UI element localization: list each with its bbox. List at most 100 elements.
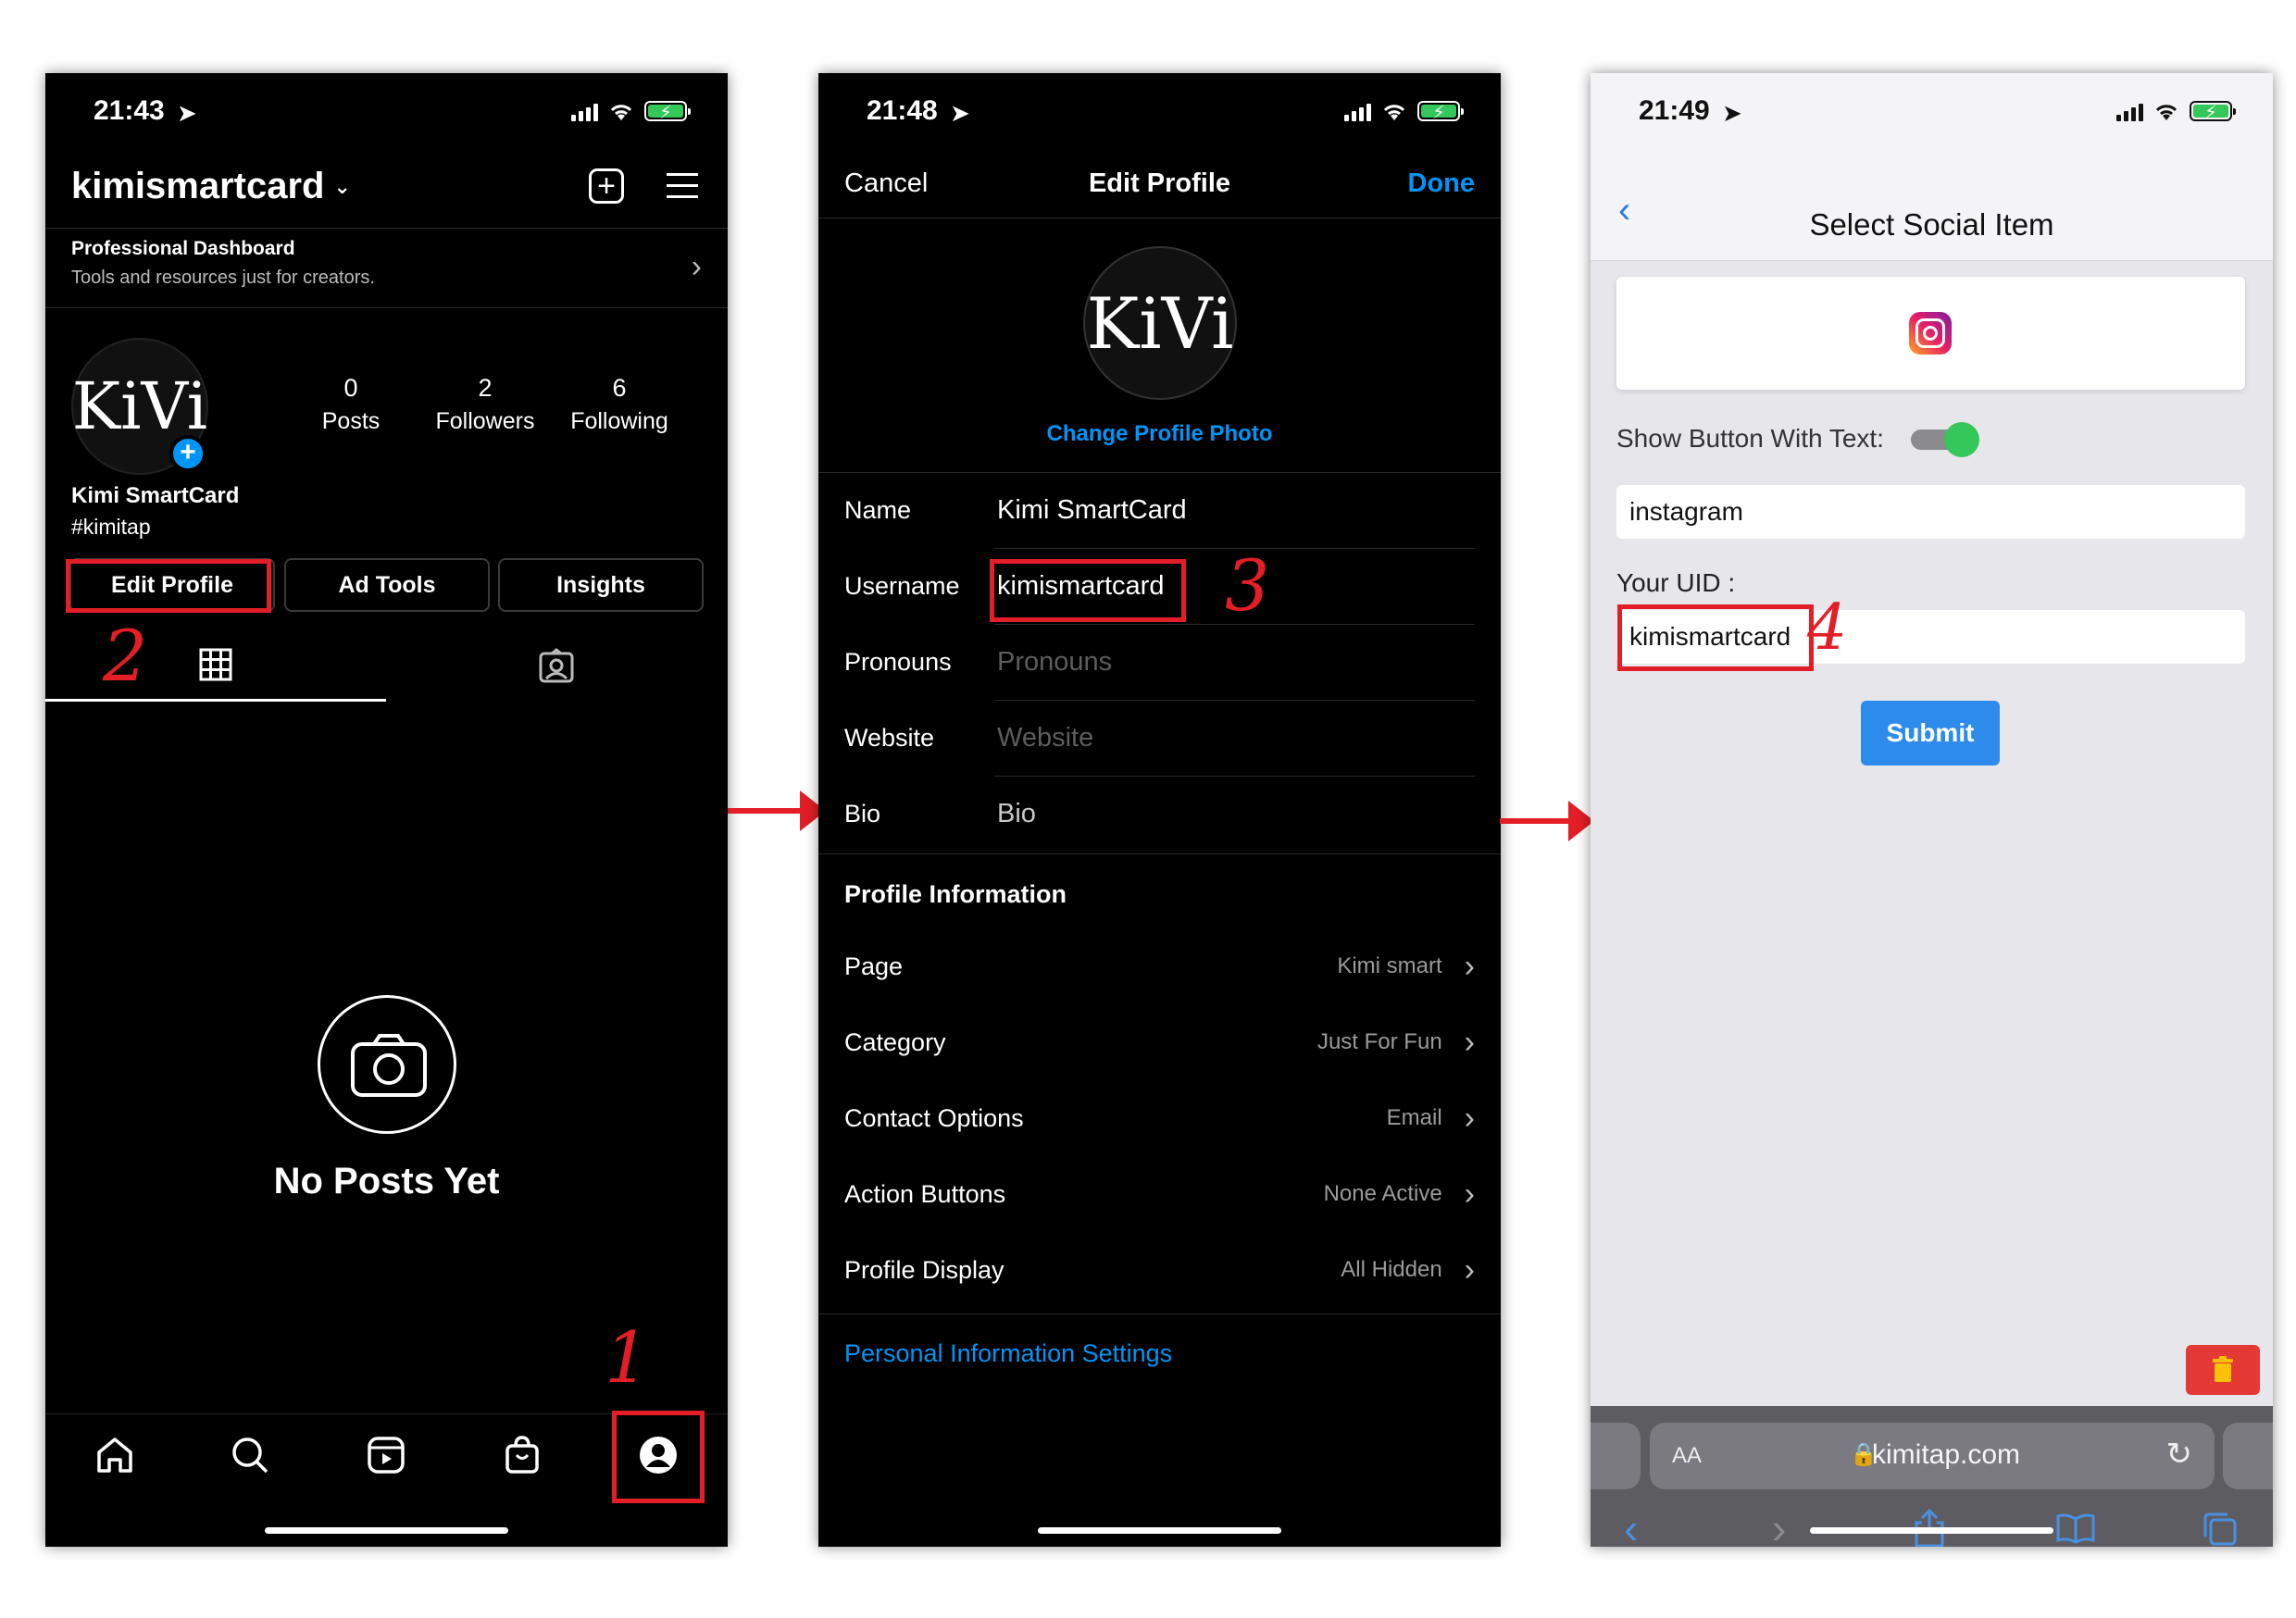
next-tab-preview[interactable] <box>2223 1423 2273 1489</box>
chevron-right-icon: › <box>1464 1251 1475 1288</box>
search-icon[interactable] <box>227 1432 273 1478</box>
button-text-input[interactable]: instagram <box>1616 485 2245 539</box>
tab-indicator <box>45 699 386 702</box>
status-icons: ⚡ <box>1344 101 1464 123</box>
account-username: kimismartcard <box>71 166 325 206</box>
step-3-label: 3 <box>1225 544 1270 627</box>
stat-followers[interactable]: 2 Followers <box>416 374 555 435</box>
row-profile-display[interactable]: Profile Display All Hidden › <box>844 1232 1475 1308</box>
field-bio[interactable]: Bio Bio <box>844 776 1475 852</box>
status-area <box>1591 73 2273 191</box>
highlight-profile-tab <box>612 1411 705 1503</box>
chevron-down-icon: ⌄ <box>333 174 351 198</box>
shop-icon[interactable] <box>499 1432 545 1478</box>
ad-tools-button[interactable]: Ad Tools <box>284 558 490 612</box>
show-text-toggle[interactable] <box>1911 422 1981 457</box>
wifi-icon <box>2155 105 2177 120</box>
submit-button[interactable]: Submit <box>1861 701 2000 765</box>
profile-information-heading: Profile Information <box>844 880 1067 908</box>
insights-button[interactable]: Insights <box>498 558 704 612</box>
location-icon: ➤ <box>950 99 970 127</box>
done-button[interactable]: Done <box>1408 168 1476 199</box>
stat-posts[interactable]: 0 Posts <box>300 374 402 435</box>
tabs-icon[interactable] <box>2202 1511 2239 1547</box>
reader-aa-button[interactable]: AA <box>1672 1443 1702 1469</box>
row-category[interactable]: Category Just For Fun › <box>844 1004 1475 1080</box>
battery-icon: ⚡ <box>644 101 691 123</box>
address-bar[interactable]: AA 🔒 kimitap.com ↻ <box>1650 1423 2215 1489</box>
status-icons: ⚡ <box>571 101 691 123</box>
chevron-right-icon: › <box>1464 948 1475 984</box>
toggle-label: Show Button With Text: <box>1616 424 1884 453</box>
wifi-icon <box>610 105 632 120</box>
step-1-label: 1 <box>605 1316 650 1399</box>
home-indicator <box>265 1527 508 1534</box>
profile-name: Kimi SmartCard <box>71 483 240 508</box>
cancel-button[interactable]: Cancel <box>844 168 928 199</box>
battery-icon: ⚡ <box>2190 101 2236 123</box>
field-website[interactable]: Website Website <box>844 700 1475 776</box>
social-item-card[interactable] <box>1616 277 2245 390</box>
grid-icon[interactable] <box>199 648 232 681</box>
status-time: 21:49 <box>1639 95 1710 126</box>
home-indicator <box>1810 1527 2053 1534</box>
back-icon[interactable]: ‹ <box>1618 190 1630 231</box>
highlight-uid <box>1617 604 1814 671</box>
avatar[interactable]: KiVi <box>1083 246 1237 400</box>
trash-icon <box>2213 1356 2233 1382</box>
reels-icon[interactable] <box>363 1432 409 1478</box>
row-page[interactable]: Page Kimi smart › <box>844 928 1475 1004</box>
status-time: 21:43 <box>94 95 165 126</box>
flow-arrow-2 <box>1500 801 1594 841</box>
battery-icon: ⚡ <box>1417 101 1464 123</box>
camera-icon <box>318 995 456 1134</box>
location-icon: ➤ <box>1722 99 1742 127</box>
back-nav-icon[interactable]: ‹ <box>1624 1503 1638 1547</box>
bookmarks-icon[interactable] <box>2055 1512 2096 1544</box>
signal-icon <box>2116 104 2143 121</box>
delete-button[interactable] <box>2186 1345 2260 1395</box>
change-profile-photo-link[interactable]: Change Profile Photo <box>818 421 1501 447</box>
profile-tag[interactable]: #kimitap <box>71 515 151 540</box>
edit-profile-screen: 21:48 ➤ ⚡ Cancel Edit Profile Done KiVi … <box>818 73 1501 1547</box>
kimitap-select-social-screen: 21:49 ➤ ⚡ ‹ Select Social Item Show Butt… <box>1591 73 2273 1547</box>
field-pronouns[interactable]: Pronouns Pronouns <box>844 624 1475 700</box>
highlight-username <box>990 559 1186 622</box>
account-switcher[interactable]: kimismartcard ⌄ <box>71 166 351 207</box>
forward-nav-icon[interactable]: › <box>1772 1503 1786 1547</box>
create-post-icon[interactable]: + <box>589 168 624 204</box>
chevron-right-icon: › <box>691 249 702 284</box>
stat-following[interactable]: 6 Following <box>550 374 689 435</box>
chevron-right-icon: › <box>1464 1024 1475 1060</box>
signal-icon <box>571 104 598 121</box>
row-action-buttons[interactable]: Action Buttons None Active › <box>844 1156 1475 1232</box>
home-icon[interactable] <box>92 1432 138 1478</box>
header-bar <box>1591 191 2273 261</box>
row-contact-options[interactable]: Contact Options Email › <box>844 1080 1475 1156</box>
dashboard-title: Professional Dashboard <box>71 238 295 259</box>
dashboard-subtitle: Tools and resources just for creators. <box>71 268 375 288</box>
highlight-edit-profile <box>66 559 271 613</box>
chevron-right-icon: › <box>1464 1100 1475 1136</box>
url-text: kimitap.com <box>1872 1439 2021 1470</box>
location-icon: ➤ <box>177 99 197 127</box>
add-story-icon[interactable]: + <box>169 435 206 472</box>
wifi-icon <box>1383 105 1405 120</box>
status-time: 21:48 <box>867 95 938 126</box>
reload-icon[interactable]: ↻ <box>2166 1436 2193 1473</box>
status-icons: ⚡ <box>2116 101 2236 123</box>
step-4-label: 4 <box>1807 591 1848 665</box>
tagged-icon[interactable] <box>538 648 575 685</box>
prev-tab-preview[interactable] <box>1591 1423 1641 1489</box>
instagram-profile-screen: 21:43 ➤ ⚡ kimismartcard ⌄ + Professional… <box>45 73 728 1547</box>
home-indicator <box>1038 1527 1281 1534</box>
personal-information-settings-link[interactable]: Personal Information Settings <box>844 1339 1172 1368</box>
chevron-right-icon: › <box>1464 1176 1475 1212</box>
menu-icon[interactable] <box>667 173 698 198</box>
field-name[interactable]: Name Kimi SmartCard <box>844 472 1475 548</box>
flow-arrow-1 <box>728 790 826 831</box>
empty-state-text: No Posts Yet <box>273 1161 500 1201</box>
uid-label: Your UID : <box>1616 568 1736 597</box>
step-2-label: 2 <box>103 615 148 697</box>
signal-icon <box>1344 104 1371 121</box>
